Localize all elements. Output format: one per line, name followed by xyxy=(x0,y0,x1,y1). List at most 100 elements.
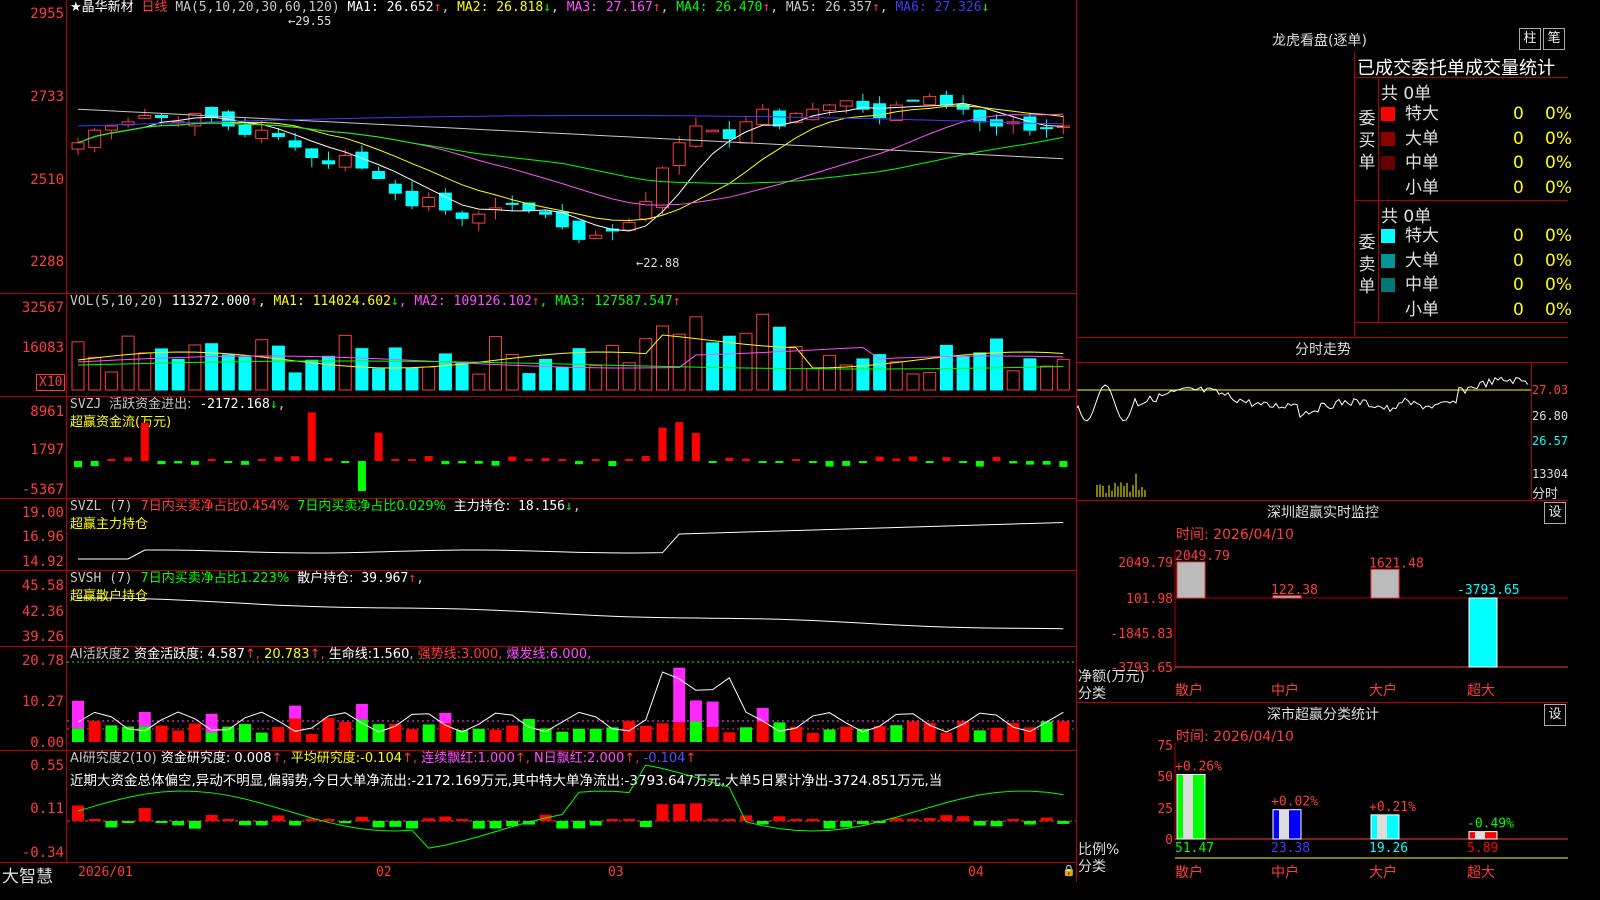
fund-flow-bar xyxy=(792,459,801,461)
ma-arrow: ↑ xyxy=(762,0,771,15)
fund-flow-bar xyxy=(875,456,884,461)
activity-bar xyxy=(339,721,352,742)
candle-body xyxy=(455,212,469,219)
candlestick-chart[interactable] xyxy=(67,18,1076,293)
order-count: 0 xyxy=(1513,226,1524,246)
sz-class-settings-button[interactable]: 设 xyxy=(1544,704,1566,726)
retail-position-chart[interactable] xyxy=(67,571,1076,646)
sz-class-chart[interactable]: 75 50 25 0 +0.26% 51.47 散户 +0.02% 23.38 中户 +0.21% 1… xyxy=(1077,740,1568,882)
buy-total: 共 0单 xyxy=(1381,84,1432,104)
activity-bar xyxy=(706,727,719,742)
candle-body xyxy=(539,211,553,215)
volume-bar xyxy=(205,343,219,391)
sz-class-category: 中户 xyxy=(1271,864,1299,881)
activity-bar xyxy=(723,732,736,742)
activity-bar xyxy=(673,722,686,742)
fund-flow-bar xyxy=(424,456,433,461)
activity-bar xyxy=(940,732,953,742)
sz-monitor-value-label: 122.38 xyxy=(1271,583,1318,598)
research-bar xyxy=(823,821,836,829)
color-swatch xyxy=(1381,156,1395,170)
candle-body xyxy=(505,202,519,205)
order-row: 小单 0 0% xyxy=(1381,298,1572,322)
research-bar xyxy=(673,804,686,821)
fund-flow-bar xyxy=(441,461,450,465)
candle-body xyxy=(789,112,803,123)
volume-bar xyxy=(956,356,970,391)
activity-bar xyxy=(155,725,168,742)
sz-monitor-chart[interactable]: 2049.79 101.98 -1845.83 -3793.65 2049.79 散户 12… xyxy=(1077,540,1568,702)
vol-ma-arrow: ↑ xyxy=(531,294,540,309)
sz-monitor-category: 大户 xyxy=(1369,682,1397,699)
activity-bar xyxy=(506,725,519,742)
research-bar xyxy=(756,821,769,825)
research-bar xyxy=(188,821,201,829)
activity-bar xyxy=(639,725,652,742)
volume-bar xyxy=(104,371,118,391)
research-bar xyxy=(72,805,84,821)
fund-flow-bar xyxy=(575,461,583,465)
volume-bar xyxy=(489,336,502,391)
tick-mode-button[interactable]: 笔 xyxy=(1543,28,1565,50)
research-bar xyxy=(339,821,352,824)
candle-body xyxy=(372,170,386,179)
research-bar xyxy=(406,821,418,829)
activity-bar xyxy=(756,721,769,742)
ma-value: MA2: 26.818 xyxy=(457,0,544,15)
volume-bar xyxy=(572,348,586,391)
fund-flow-bar xyxy=(842,461,851,466)
volume-bar xyxy=(71,341,85,391)
ma-value: MA4: 26.470 xyxy=(676,0,763,15)
period-label[interactable]: 日线 xyxy=(141,0,167,15)
order-percent: 0% xyxy=(1545,299,1572,320)
research-bar xyxy=(372,821,385,828)
activity-bar xyxy=(890,725,903,742)
fund-flow-chart[interactable] xyxy=(67,397,1076,498)
bar-mode-button[interactable]: 柱 xyxy=(1519,28,1541,50)
research-bar xyxy=(172,821,185,826)
activity-burst-bar xyxy=(689,700,702,722)
main-position-chart[interactable] xyxy=(67,499,1076,570)
y-tick-price: 2733 xyxy=(30,89,64,105)
candle-body xyxy=(338,154,352,168)
candle-body xyxy=(973,109,987,123)
fund-flow-bar xyxy=(708,461,717,463)
activity-bar xyxy=(272,727,285,742)
research-bar xyxy=(723,818,736,821)
activity-burst-bar xyxy=(756,707,769,722)
sz-class-change: +0.26% xyxy=(1175,759,1222,774)
sz-monitor-y-tick: -1845.83 xyxy=(1110,627,1173,642)
sz-monitor-settings-button[interactable]: 设 xyxy=(1544,502,1566,524)
fund-flow-bar xyxy=(241,461,249,465)
ma4-line xyxy=(77,122,1064,185)
activity-bar xyxy=(556,731,569,742)
intraday-chart[interactable] xyxy=(1077,363,1531,500)
candle-body xyxy=(622,222,636,231)
activity-burst-bar xyxy=(138,711,151,727)
candle-body xyxy=(405,190,419,207)
ma-value: MA3: 27.167 xyxy=(566,0,653,15)
intraday-price-line xyxy=(1077,376,1529,422)
candle-body xyxy=(305,148,319,158)
candle-body xyxy=(772,110,786,127)
volume-chart[interactable] xyxy=(67,310,1076,396)
fund-flow-bar xyxy=(691,432,700,461)
research-bar xyxy=(1007,819,1020,821)
fund-flow-bar xyxy=(975,461,984,467)
research-chart[interactable] xyxy=(67,751,1076,862)
fund-flow-bar xyxy=(641,456,650,461)
order-count: 0 xyxy=(1513,250,1524,271)
research-bar xyxy=(205,815,218,821)
fund-flow-bar xyxy=(274,456,283,461)
stock-name[interactable]: ★晶华新材 xyxy=(70,0,134,15)
candle-body xyxy=(906,99,920,102)
lock-icon[interactable]: 🔒 xyxy=(1062,864,1076,877)
sz-monitor-bar xyxy=(1370,569,1400,599)
fund-flow-bar xyxy=(408,459,416,461)
y-tick-svsh: 45.58 xyxy=(21,578,64,594)
fund-flow-bar xyxy=(291,456,300,461)
candle-body xyxy=(706,129,720,133)
y-tick-svzj: 1797 xyxy=(30,442,64,458)
activity-chart[interactable] xyxy=(67,647,1076,750)
activity-burst-bar xyxy=(439,712,452,724)
